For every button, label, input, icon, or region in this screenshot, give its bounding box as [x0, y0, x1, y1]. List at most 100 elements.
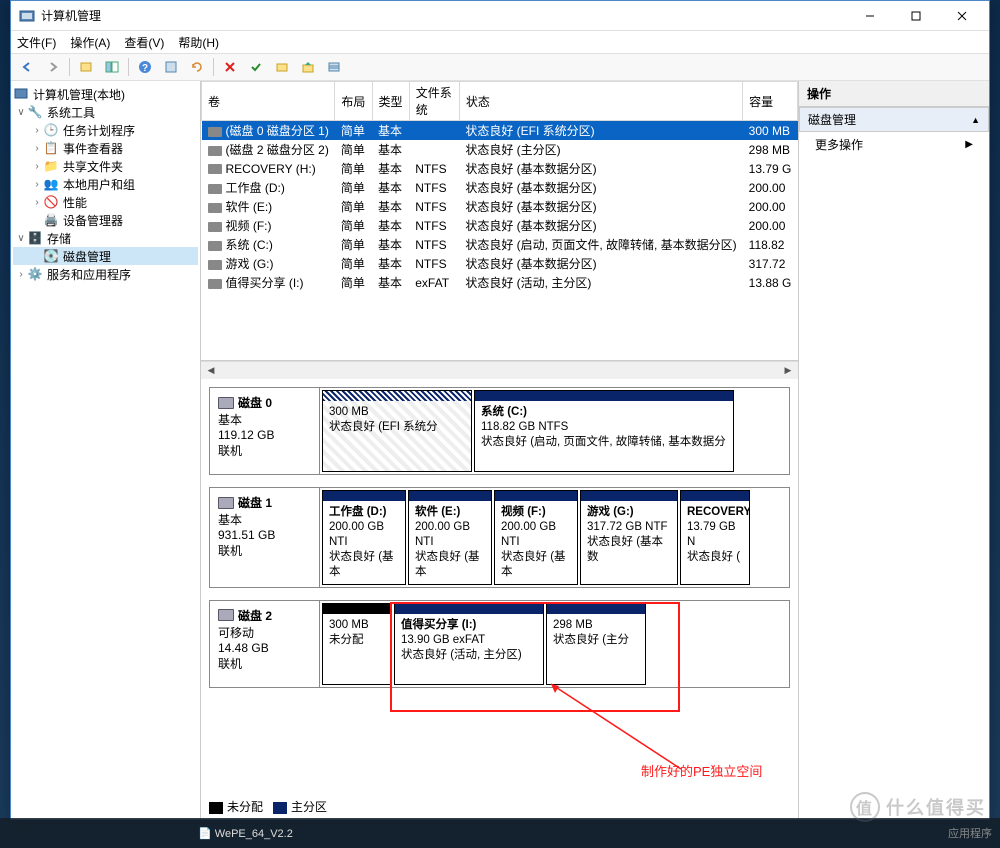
disk-row: 磁盘 1基本931.51 GB联机工作盘 (D:)200.00 GB NTI状态… — [209, 487, 790, 588]
list-button[interactable] — [322, 56, 346, 78]
tree-local-users[interactable]: 本地用户和组 — [63, 176, 135, 193]
titlebar: 计算机管理 — [11, 1, 989, 31]
volume-row[interactable]: 游戏 (G:)简单基本NTFS状态良好 (基本数据分区)317.72 — [202, 254, 798, 273]
wrench-icon: 🔧 — [27, 104, 43, 120]
actions-panel: 操作 磁盘管理 ▲ 更多操作 ▶ — [799, 81, 989, 819]
app-icon — [19, 8, 35, 24]
folder-button[interactable] — [270, 56, 294, 78]
tree-toggle-icon[interactable]: › — [31, 179, 43, 190]
properties-button[interactable] — [159, 56, 183, 78]
partition-box[interactable]: 游戏 (G:)317.72 GB NTF状态良好 (基本数 — [580, 490, 678, 585]
refresh-button[interactable] — [185, 56, 209, 78]
chevron-right-icon: ▶ — [965, 139, 973, 150]
menu-action[interactable]: 操作(A) — [70, 34, 110, 51]
partition-box[interactable]: 软件 (E:)200.00 GB NTI状态良好 (基本 — [408, 490, 492, 585]
disk-row: 磁盘 2可移动14.48 GB联机300 MB未分配值得买分享 (I:)13.9… — [209, 600, 790, 688]
back-button[interactable] — [15, 56, 39, 78]
tree-root[interactable]: 计算机管理(本地) — [33, 86, 125, 103]
show-hide-tree-button[interactable] — [100, 56, 124, 78]
delete-button[interactable] — [218, 56, 242, 78]
tree-task-scheduler[interactable]: 任务计划程序 — [63, 122, 135, 139]
partition-box[interactable]: 视频 (F:)200.00 GB NTI状态良好 (基本 — [494, 490, 578, 585]
volume-row[interactable]: (磁盘 0 磁盘分区 1)简单基本状态良好 (EFI 系统分区)300 MB — [202, 121, 798, 141]
tree-storage[interactable]: 存储 — [47, 230, 71, 247]
tree-disk-management[interactable]: 磁盘管理 — [63, 248, 111, 265]
col-layout[interactable]: 布局 — [335, 82, 372, 121]
taskbar-right: 应用程序 — [948, 825, 992, 841]
volume-row[interactable]: (磁盘 2 磁盘分区 2)简单基本状态良好 (主分区)298 MB — [202, 140, 798, 159]
col-filesystem[interactable]: 文件系统 — [409, 82, 459, 121]
menu-view[interactable]: 查看(V) — [124, 34, 164, 51]
event-icon: 📋 — [43, 140, 59, 156]
forward-button[interactable] — [41, 56, 65, 78]
tree-performance[interactable]: 性能 — [63, 194, 87, 211]
services-icon: ⚙️ — [27, 266, 43, 282]
actions-more[interactable]: 更多操作 ▶ — [799, 132, 989, 157]
taskbar-app[interactable]: 📄 WePE_64_V2.2 — [198, 827, 293, 840]
scroll-right-icon[interactable]: ▶ — [780, 364, 796, 378]
tree-shared-folders[interactable]: 共享文件夹 — [63, 158, 123, 175]
col-type[interactable]: 类型 — [372, 82, 409, 121]
volume-row[interactable]: 值得买分享 (I:)简单基本exFAT状态良好 (活动, 主分区)13.88 G — [202, 273, 798, 292]
device-icon: 🖨️ — [43, 212, 59, 228]
partition-box[interactable]: 300 MB状态良好 (EFI 系统分 — [322, 390, 472, 472]
folder-up-button[interactable] — [296, 56, 320, 78]
tree-event-viewer[interactable]: 事件查看器 — [63, 140, 123, 157]
tree-toggle-icon[interactable]: › — [31, 197, 43, 208]
tree-toggle-icon[interactable]: ∨ — [15, 233, 27, 244]
tree-device-manager[interactable]: 设备管理器 — [63, 212, 123, 229]
taskbar: 📄 WePE_64_V2.2 应用程序 — [0, 818, 1000, 848]
volume-row[interactable]: 系统 (C:)简单基本NTFS状态良好 (启动, 页面文件, 故障转储, 基本数… — [202, 235, 798, 254]
minimize-button[interactable] — [847, 1, 893, 31]
disk-label[interactable]: 磁盘 1基本931.51 GB联机 — [210, 488, 320, 587]
help-button[interactable]: ? — [133, 56, 157, 78]
col-volume[interactable]: 卷 — [202, 82, 335, 121]
partition-box[interactable]: 298 MB状态良好 (主分 — [546, 603, 646, 685]
partition-box[interactable]: 系统 (C:)118.82 GB NTFS状态良好 (启动, 页面文件, 故障转… — [474, 390, 734, 472]
window-title: 计算机管理 — [41, 7, 847, 24]
volume-list[interactable]: 卷 布局 类型 文件系统 状态 容量 (磁盘 0 磁盘分区 1)简单基本状态良好… — [201, 81, 798, 361]
volume-row[interactable]: RECOVERY (H:)简单基本NTFS状态良好 (基本数据分区)13.79 … — [202, 159, 798, 178]
volume-row[interactable]: 工作盘 (D:)简单基本NTFS状态良好 (基本数据分区)200.00 — [202, 178, 798, 197]
computer-icon — [13, 86, 29, 102]
menu-help[interactable]: 帮助(H) — [178, 34, 219, 51]
users-icon: 👥 — [43, 176, 59, 192]
menu-file[interactable]: 文件(F) — [17, 34, 56, 51]
actions-header: 操作 — [799, 81, 989, 107]
performance-icon: 🚫 — [43, 194, 59, 210]
check-button[interactable] — [244, 56, 268, 78]
disk-label[interactable]: 磁盘 0基本119.12 GB联机 — [210, 388, 320, 474]
clock-icon: 🕒 — [43, 122, 59, 138]
partition-box[interactable]: 工作盘 (D:)200.00 GB NTI状态良好 (基本 — [322, 490, 406, 585]
annotation-text: 制作好的PE独立空间 — [641, 761, 762, 780]
disk-label[interactable]: 磁盘 2可移动14.48 GB联机 — [210, 601, 320, 687]
disk-icon: 💽 — [43, 248, 59, 264]
toolbar: ? — [11, 53, 989, 81]
tree-toggle-icon[interactable]: ∨ — [15, 107, 27, 118]
tree-toggle-icon[interactable]: › — [31, 161, 43, 172]
up-button[interactable] — [74, 56, 98, 78]
horizontal-scrollbar[interactable]: ◀ ▶ — [201, 361, 798, 379]
tree-services-apps[interactable]: 服务和应用程序 — [47, 266, 131, 283]
tree-system-tools[interactable]: 系统工具 — [47, 104, 95, 121]
collapse-icon: ▲ — [971, 115, 980, 125]
disk-row: 磁盘 0基本119.12 GB联机300 MB状态良好 (EFI 系统分系统 (… — [209, 387, 790, 475]
tree-toggle-icon[interactable]: › — [15, 269, 27, 280]
partition-box[interactable]: RECOVERY13.79 GB N状态良好 ( — [680, 490, 750, 585]
menubar: 文件(F) 操作(A) 查看(V) 帮助(H) — [11, 31, 989, 53]
col-status[interactable]: 状态 — [459, 82, 742, 121]
close-button[interactable] — [939, 1, 985, 31]
tree-toggle-icon[interactable]: › — [31, 125, 43, 136]
actions-disk-management[interactable]: 磁盘管理 ▲ — [799, 107, 989, 132]
disk-map: 磁盘 0基本119.12 GB联机300 MB状态良好 (EFI 系统分系统 (… — [201, 379, 798, 819]
tree-toggle-icon[interactable]: › — [31, 143, 43, 154]
volume-row[interactable]: 软件 (E:)简单基本NTFS状态良好 (基本数据分区)200.00 — [202, 197, 798, 216]
scroll-left-icon[interactable]: ◀ — [203, 364, 219, 378]
legend: 未分配 主分区 — [201, 794, 335, 819]
maximize-button[interactable] — [893, 1, 939, 31]
col-capacity[interactable]: 容量 — [743, 82, 798, 121]
navigation-tree[interactable]: 计算机管理(本地) ∨🔧系统工具 ›🕒任务计划程序 ›📋事件查看器 ›📁共享文件… — [11, 81, 201, 819]
volume-row[interactable]: 视频 (F:)简单基本NTFS状态良好 (基本数据分区)200.00 — [202, 216, 798, 235]
partition-box[interactable]: 300 MB未分配 — [322, 603, 392, 685]
partition-box[interactable]: 值得买分享 (I:)13.90 GB exFAT状态良好 (活动, 主分区) — [394, 603, 544, 685]
